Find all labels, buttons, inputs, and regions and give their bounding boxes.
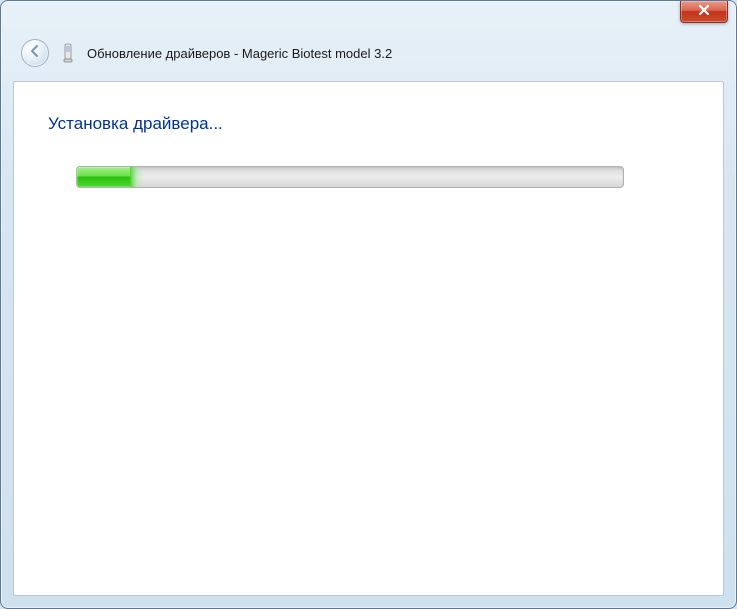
back-button[interactable] [21, 39, 49, 67]
device-icon [59, 43, 77, 63]
window-frame: Обновление драйверов - Mageric Biotest m… [0, 0, 737, 609]
progress-bar-fill [77, 167, 132, 187]
close-icon [698, 3, 710, 21]
page-heading: Установка драйвера... [48, 114, 689, 134]
title-bar: Обновление драйверов - Mageric Biotest m… [1, 1, 736, 79]
close-button[interactable] [680, 1, 728, 23]
progress-bar [76, 166, 624, 188]
window-title: Обновление драйверов - Mageric Biotest m… [87, 46, 392, 61]
content-panel: Установка драйвера... [13, 81, 724, 596]
arrow-left-icon [28, 44, 42, 63]
